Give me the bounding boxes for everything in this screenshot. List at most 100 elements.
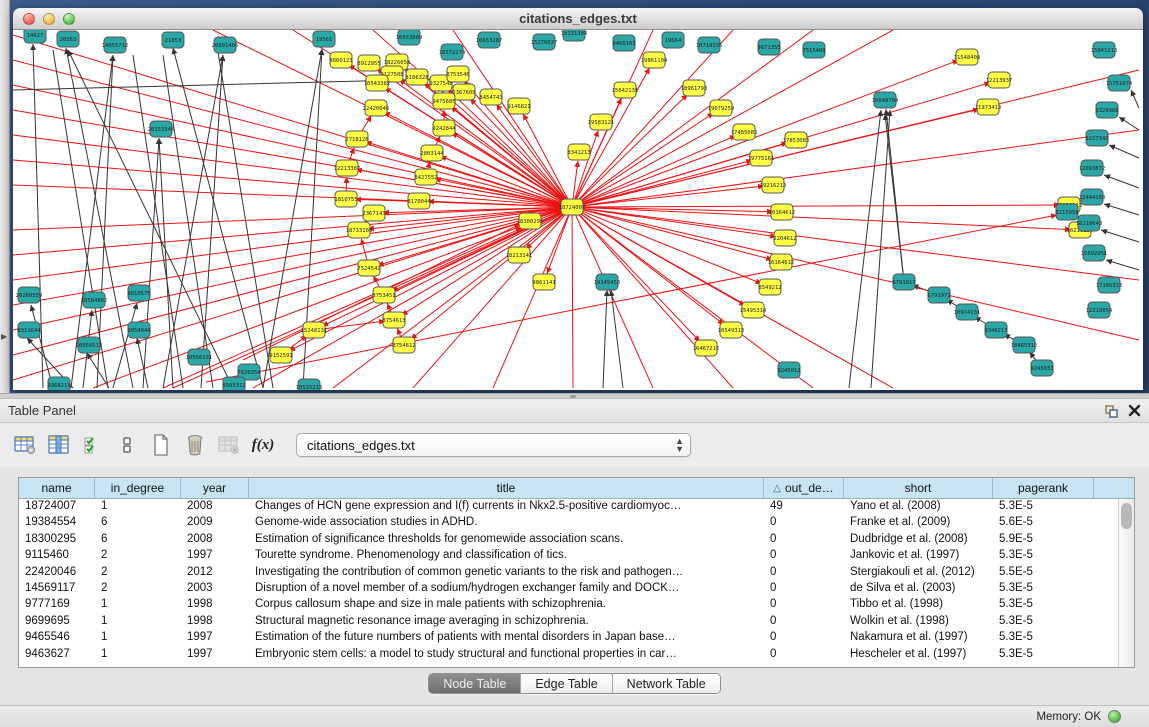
network-node-teal[interactable]: 10974131	[954, 304, 981, 320]
network-node-teal[interactable]: 9245031	[1030, 360, 1053, 376]
network-node-teal[interactable]: 9227343	[1085, 130, 1108, 146]
table-row[interactable]: 2242004622012Investigating the contribut…	[19, 565, 1118, 581]
citation-edge-red[interactable]	[13, 207, 572, 305]
network-node-yellow[interactable]: 8753451	[372, 287, 395, 303]
table-row[interactable]: 1938455462009Genome-wide association stu…	[19, 515, 1118, 531]
network-node-teal[interactable]: 14055712	[102, 37, 129, 53]
network-node-teal[interactable]: 18584862	[81, 292, 108, 308]
network-node-yellow[interactable]: 9242844	[432, 120, 456, 136]
citation-edge-red[interactable]	[253, 207, 572, 388]
network-node-yellow[interactable]: 12213937	[986, 72, 1013, 88]
network-window-titlebar[interactable]: citations_edges.txt	[13, 8, 1143, 30]
network-node-teal[interactable]: 18131304	[561, 30, 588, 41]
network-node-teal[interactable]: 8791917	[892, 274, 915, 290]
citation-edge-red[interactable]	[411, 207, 572, 339]
citation-edge-black[interactable]	[159, 138, 173, 388]
network-node-teal[interactable]: 9329966	[1095, 102, 1118, 118]
citation-edge-black[interactable]	[603, 290, 607, 388]
network-node-yellow[interactable]: 18724007	[559, 199, 586, 215]
table-selector-combobox[interactable]: citations_edges.txt ▲▼	[296, 433, 691, 457]
zoom-window-button[interactable]	[63, 13, 75, 25]
citation-edge-red[interactable]	[13, 207, 572, 255]
network-node-yellow[interactable]: 17853083	[783, 132, 810, 148]
network-node-teal[interactable]: 9368213	[47, 377, 70, 390]
network-node-yellow[interactable]: 18733103	[346, 222, 373, 238]
network-node-yellow[interactable]: 8660123	[329, 52, 352, 68]
citation-edge-black[interactable]	[611, 290, 623, 388]
network-node-teal[interactable]: 12210054	[1086, 302, 1113, 318]
network-node-yellow[interactable]: 19861104	[641, 52, 668, 68]
network-node-teal[interactable]: 20891406	[212, 37, 239, 53]
network-node-teal[interactable]: 16648784	[872, 92, 899, 108]
network-node-yellow[interactable]: 2803144	[420, 145, 444, 161]
network-node-yellow[interactable]: 18961793	[681, 80, 708, 96]
citation-edge-black[interactable]	[885, 114, 904, 282]
delete-column-button[interactable]	[180, 431, 210, 459]
expand-panel-arrow-icon[interactable]: ▶	[1, 332, 7, 341]
network-node-teal[interactable]: 14627	[24, 30, 46, 43]
network-node-teal[interactable]: 19664	[662, 32, 684, 48]
network-node-yellow[interactable]: 19079259	[708, 100, 735, 116]
network-node-yellow[interactable]: 9475685	[432, 93, 455, 109]
citation-edge-red[interactable]	[572, 130, 1139, 207]
network-node-teal[interactable]: 12093872	[1079, 160, 1106, 176]
table-row[interactable]: 1456911722003Disruption of a novel membe…	[19, 581, 1118, 597]
close-panel-icon[interactable]	[1128, 404, 1141, 417]
network-node-yellow[interactable]: 19775161	[748, 150, 775, 166]
network-node-teal[interactable]: 19145453	[594, 274, 621, 290]
float-panel-icon[interactable]	[1104, 404, 1118, 418]
table-row[interactable]: 1872400712008Changes of HCN gene express…	[19, 499, 1118, 515]
citation-edge-black[interactable]	[137, 338, 148, 388]
network-node-teal[interactable]: 15041213	[1091, 42, 1118, 58]
column-header-short[interactable]: short	[844, 478, 993, 498]
column-header-out_de[interactable]: △out_de…	[764, 478, 844, 498]
citation-edge-black[interactable]	[871, 110, 890, 388]
network-node-yellow[interactable]: 8549212	[758, 279, 781, 295]
citation-edge-red[interactable]	[496, 104, 572, 207]
network-node-yellow[interactable]: 16164612	[768, 254, 795, 270]
network-node-yellow[interactable]: 2367143	[362, 205, 385, 221]
network-node-yellow[interactable]: 11973413	[975, 99, 1002, 115]
network-node-yellow[interactable]: 19583121	[588, 114, 615, 130]
network-node-yellow[interactable]: 11548408	[954, 49, 981, 65]
citation-edge-black[interactable]	[1131, 90, 1139, 108]
citation-edge-red[interactable]	[572, 205, 1060, 207]
citation-edge-red[interactable]	[163, 228, 522, 388]
citation-edge-red[interactable]	[451, 107, 572, 207]
network-node-yellow[interactable]: 10164612	[769, 204, 796, 220]
network-node-yellow[interactable]: 15495314	[740, 302, 767, 318]
network-node-yellow[interactable]: 8186328	[405, 69, 428, 85]
network-node-teal[interactable]: 10465312	[1011, 337, 1038, 353]
network-node-teal[interactable]: 8505312	[222, 377, 245, 390]
network-node-teal[interactable]: 10719195	[696, 37, 723, 53]
network-node-yellow[interactable]: 2204612	[773, 230, 796, 246]
citation-edge-red[interactable]	[493, 207, 572, 388]
function-builder-button[interactable]: f(x)	[248, 431, 278, 459]
citation-edge-black[interactable]	[173, 48, 263, 388]
network-window[interactable]: citations_edges.txt 18724007183002958660…	[13, 8, 1143, 390]
scrollbar-thumb[interactable]	[1121, 503, 1132, 529]
table-row[interactable]: 969969511998Structural magnetic resonanc…	[19, 614, 1118, 630]
network-node-teal[interactable]: 16033809	[396, 30, 423, 45]
table-row[interactable]: 946554611997Estimation of the future num…	[19, 630, 1118, 646]
network-node-yellow[interactable]: 8912955	[357, 55, 380, 71]
show-column-button[interactable]	[44, 431, 74, 459]
network-node-yellow[interactable]: 8753546	[446, 66, 469, 82]
minimize-window-button[interactable]	[43, 13, 55, 25]
column-header-year[interactable]: year	[181, 478, 249, 498]
citation-edge-black[interactable]	[1109, 145, 1139, 158]
network-node-yellow[interactable]: 7524542	[357, 260, 380, 276]
network-node-yellow[interactable]: 8341213	[567, 144, 590, 160]
citation-edge-black[interactable]	[1119, 117, 1139, 130]
tab-edge-table[interactable]: Edge Table	[521, 674, 612, 693]
close-window-button[interactable]	[23, 13, 35, 25]
network-node-teal[interactable]: 19561	[313, 31, 335, 47]
table-row[interactable]: 1830029562008Estimation of significance …	[19, 532, 1118, 548]
network-node-yellow[interactable]: 8170044	[407, 193, 431, 209]
table-row[interactable]: 911546021997Tourette syndrome. Phenomeno…	[19, 548, 1118, 564]
row-options-button[interactable]	[112, 431, 142, 459]
citation-edge-red[interactable]	[572, 70, 1139, 207]
citation-edge-red[interactable]	[572, 207, 1139, 280]
column-header-in_degree[interactable]: in_degree	[95, 478, 181, 498]
network-node-yellow[interactable]: 10549313	[718, 322, 745, 338]
